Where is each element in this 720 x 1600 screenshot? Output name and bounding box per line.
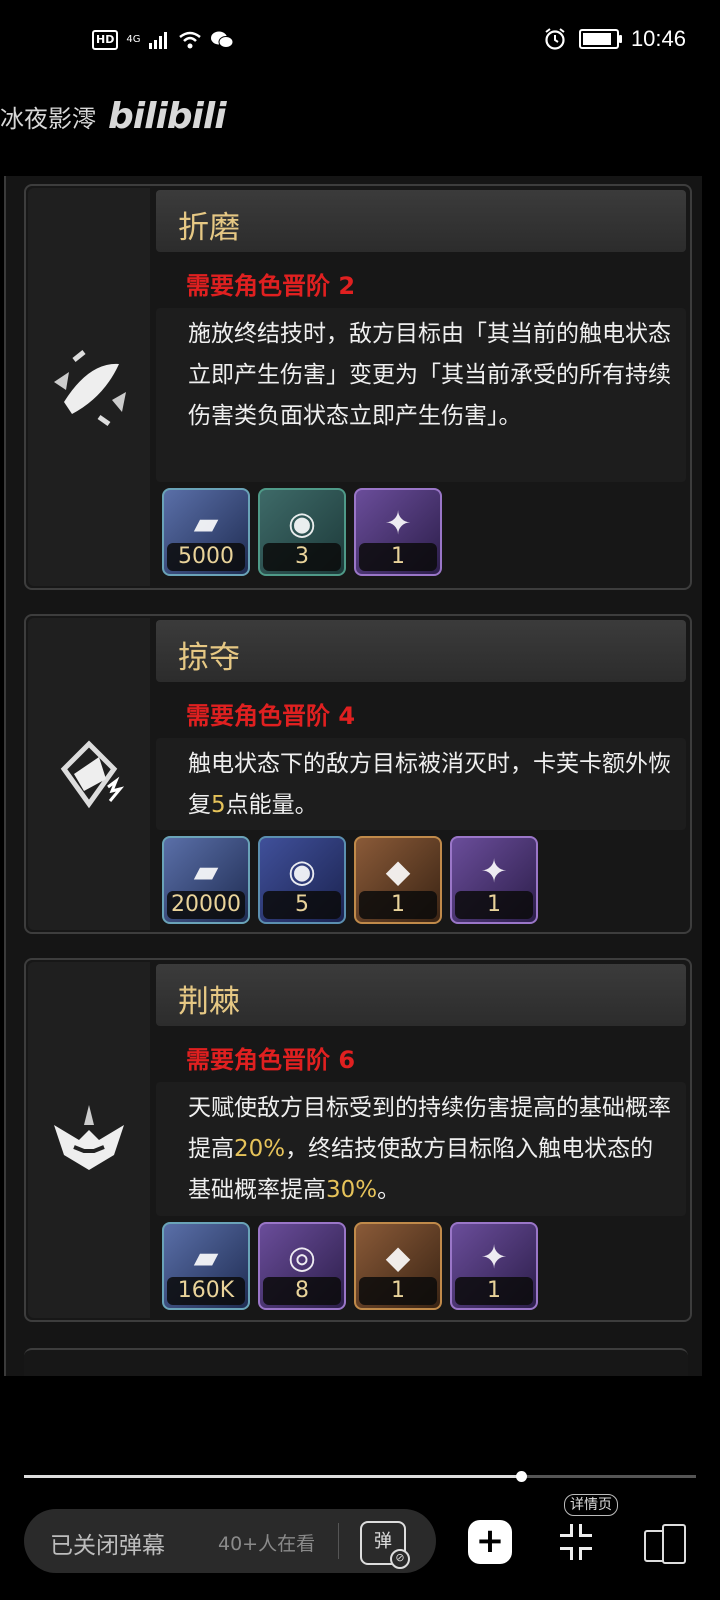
divider [338, 1523, 339, 1559]
device-switch-icon[interactable] [644, 1524, 686, 1564]
description-text: 点能量。 [225, 792, 318, 818]
material-item[interactable]: ✦ 1 [450, 1222, 538, 1310]
danmaku-toggle-button[interactable]: 弹 ⊘ [360, 1521, 410, 1569]
crown-icon: ✦ [480, 1238, 508, 1276]
eidolon-card: 掠夺 需要角色晋阶 4 触电状态下的敌方目标被消灭时，卡芙卡额外恢复5点能量。 … [24, 614, 692, 934]
viewer-count: 40+人在看 [218, 1533, 316, 1555]
highlight-value: 30% [326, 1177, 378, 1203]
material-item[interactable]: ◎ 8 [258, 1222, 346, 1310]
crown-icon: ✦ [480, 852, 508, 890]
status-bar: HD 4G 10:46 [0, 0, 720, 88]
fullscreen-exit-icon[interactable] [560, 1524, 592, 1560]
eye-icon: ◎ [288, 1238, 316, 1276]
credit-icon: ▰ [193, 504, 219, 542]
crown-icon: ✦ [384, 504, 412, 542]
material-count: 1 [359, 891, 437, 919]
material-item[interactable]: ◆ 1 [354, 1222, 442, 1310]
material-count: 1 [359, 543, 437, 571]
next-card-partial [24, 1348, 688, 1376]
battery-icon [578, 29, 622, 49]
card-title: 折磨 [178, 210, 240, 246]
eidolon-card: 折磨 需要角色晋阶 2 施放终结技时，敌方目标由「其当前的触电状态立即产生伤害」… [24, 184, 692, 590]
material-item[interactable]: ◉ 5 [258, 836, 346, 924]
card-icon-column [28, 618, 150, 930]
card-description: 施放终结技时，敌方目标由「其当前的触电状态立即产生伤害」变更为「其当前承受的所有… [156, 308, 686, 482]
battery-level [582, 33, 611, 45]
material-count: 1 [455, 891, 533, 919]
disabled-icon: ⊘ [390, 1549, 410, 1569]
wifi-icon [179, 31, 202, 49]
danmaku-toggle-label: 弹 [374, 1531, 392, 1552]
card-icon-column [28, 188, 150, 586]
material-item[interactable]: ✦ 1 [354, 488, 442, 576]
hd-badge: HD [92, 30, 119, 50]
material-count: 1 [455, 1277, 533, 1305]
highlight-value: 5 [211, 792, 226, 818]
requirement-label: 需要角色晋阶 4 [186, 702, 356, 730]
material-count: 8 [263, 1277, 341, 1305]
signal-icon [149, 32, 168, 49]
material-item[interactable]: ✦ 1 [450, 836, 538, 924]
danmaku-status[interactable]: 已关闭弹幕 [50, 1526, 165, 1560]
progress-fill [24, 1475, 522, 1478]
card-description: 天赋使敌方目标受到的持续伤害提高的基础概率提高20%，终结技使敌方目标陷入触电状… [156, 1082, 686, 1216]
add-button[interactable]: + [468, 1520, 512, 1564]
material-item[interactable]: ▰ 5000 [162, 488, 250, 576]
eidolon-card: 荆棘 需要角色晋阶 6 天赋使敌方目标受到的持续伤害提高的基础概率提高20%，终… [24, 958, 692, 1322]
thorns-icon [54, 1105, 124, 1170]
material-list: ▰ 160K ◎ 8 ◆ 1 ✦ 1 [162, 1222, 538, 1310]
clock: 10:46 [630, 26, 686, 51]
card-title-bar: 荆棘 [156, 964, 686, 1026]
credit-icon: ▰ [193, 852, 219, 890]
requirement-label: 需要角色晋阶 2 [186, 272, 356, 300]
material-count: 20000 [167, 891, 245, 919]
torment-icon [54, 350, 126, 427]
description-text: 。 [377, 1177, 401, 1203]
wechat-icon [211, 31, 234, 48]
material-list: ▰ 5000 ◉ 3 ✦ 1 [162, 488, 442, 576]
watermark: 冰夜影澪 bilibili [0, 96, 227, 137]
orb-icon: ◉ [288, 504, 316, 542]
card-title-bar: 折磨 [156, 190, 686, 252]
material-count: 5000 [167, 543, 245, 571]
plunder-icon [60, 740, 125, 809]
channel-name: 冰夜影澪 [0, 105, 96, 133]
card-icon-column [28, 962, 150, 1318]
danmaku-input[interactable]: 已关闭弹幕 40+人在看 弹 ⊘ [24, 1509, 436, 1573]
card-title-bar: 掠夺 [156, 620, 686, 682]
video-progress-bar[interactable] [24, 1471, 696, 1482]
material-count: 1 [359, 1277, 437, 1305]
material-count: 3 [263, 543, 341, 571]
description-text: 施放终结技时，敌方目标由「其当前的触电状态立即产生伤害」变更为「其当前承受的所有… [188, 321, 671, 429]
material-count: 5 [263, 891, 341, 919]
credit-icon: ▰ [193, 1238, 219, 1276]
material-item[interactable]: ◉ 3 [258, 488, 346, 576]
material-item[interactable]: ▰ 20000 [162, 836, 250, 924]
material-list: ▰ 20000 ◉ 5 ◆ 1 ✦ 1 [162, 836, 538, 924]
card-title: 荆棘 [178, 984, 240, 1020]
requirement-label: 需要角色晋阶 6 [186, 1046, 356, 1074]
bilibili-logo: bilibili [108, 96, 227, 137]
progress-knob[interactable] [516, 1471, 528, 1482]
card-description: 触电状态下的敌方目标被消灭时，卡芙卡额外恢复5点能量。 [156, 738, 686, 830]
highlight-value: 20% [234, 1136, 286, 1162]
material-count: 160K [167, 1277, 245, 1305]
card-title: 掠夺 [178, 640, 240, 676]
material-item[interactable]: ◆ 1 [354, 836, 442, 924]
network-label: 4G [126, 34, 141, 45]
material-item[interactable]: ▰ 160K [162, 1222, 250, 1310]
detail-page-tag[interactable]: 详情页 [564, 1494, 618, 1516]
gem-icon: ◆ [385, 852, 411, 890]
orb-icon: ◉ [288, 852, 316, 890]
alarm-icon [545, 28, 565, 50]
video-content: 折磨 需要角色晋阶 2 施放终结技时，敌方目标由「其当前的触电状态立即产生伤害」… [4, 176, 702, 1376]
gem-icon: ◆ [385, 1238, 411, 1276]
